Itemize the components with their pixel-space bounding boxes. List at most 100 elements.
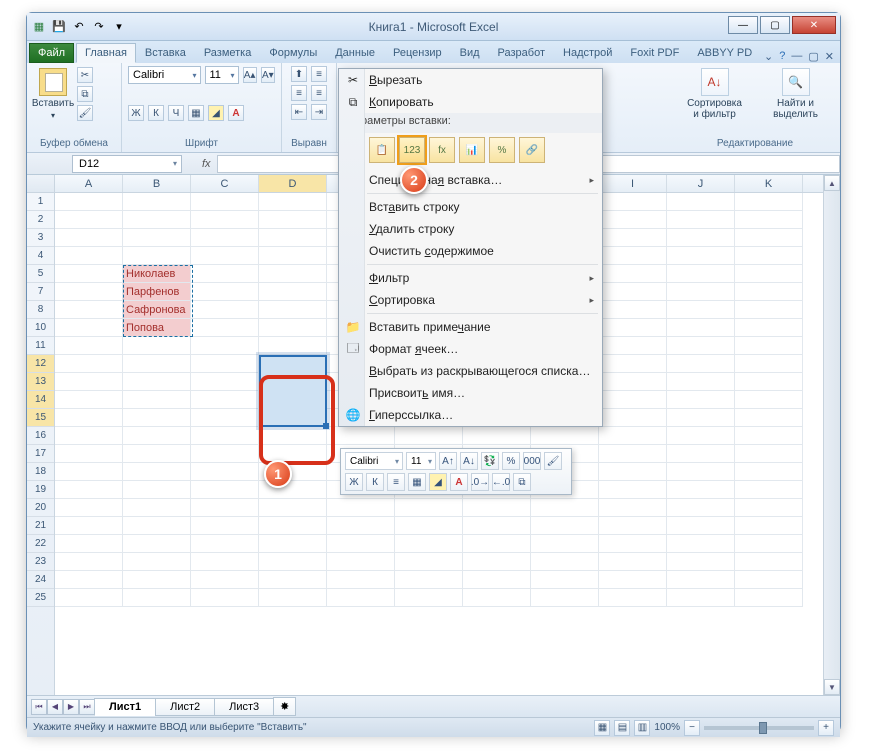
ctx-cut[interactable]: ✂Вырезать bbox=[339, 69, 602, 91]
paste-opt-format[interactable]: 📊 bbox=[459, 137, 485, 163]
mini-accounting-icon[interactable]: 💱 bbox=[481, 452, 499, 470]
align-top-icon[interactable]: ⬆ bbox=[291, 66, 307, 82]
indent-dec-icon[interactable]: ⇤ bbox=[291, 104, 307, 120]
borders-icon[interactable]: ▦ bbox=[188, 105, 204, 121]
format-painter-icon[interactable]: 🖌 bbox=[77, 105, 93, 121]
zoom-slider[interactable] bbox=[704, 726, 814, 730]
mini-painter-icon[interactable]: 🖌 bbox=[544, 452, 562, 470]
indent-inc-icon[interactable]: ⇥ bbox=[311, 104, 327, 120]
close-button[interactable]: ✕ bbox=[792, 16, 836, 34]
name-box[interactable]: D12 bbox=[72, 155, 182, 173]
row-11[interactable]: 11 bbox=[27, 337, 54, 355]
row-4[interactable]: 4 bbox=[27, 247, 54, 265]
align-left-icon[interactable]: ≡ bbox=[291, 85, 307, 101]
italic-button[interactable]: К bbox=[148, 105, 164, 121]
mini-bold[interactable]: Ж bbox=[345, 473, 363, 491]
zoom-in-icon[interactable]: + bbox=[818, 720, 834, 736]
shrink-font-icon[interactable]: A▾ bbox=[261, 67, 275, 83]
row-1[interactable]: 1 bbox=[27, 193, 54, 211]
tab-view[interactable]: Вид bbox=[451, 43, 489, 63]
tab-layout[interactable]: Разметка bbox=[195, 43, 261, 63]
tab-developer[interactable]: Разработ bbox=[489, 43, 554, 63]
tab-file[interactable]: Файл bbox=[29, 43, 74, 63]
paste-opt-values[interactable]: 123 bbox=[399, 137, 425, 163]
tab-home[interactable]: Главная bbox=[76, 43, 136, 63]
row-8[interactable]: 8 bbox=[27, 301, 54, 319]
ctx-copy[interactable]: ⧉Копировать bbox=[339, 91, 602, 113]
row-15[interactable]: 15 bbox=[27, 409, 54, 427]
select-all-corner[interactable] bbox=[27, 175, 55, 192]
col-I[interactable]: I bbox=[599, 175, 667, 192]
sheet-tab-3[interactable]: Лист3 bbox=[214, 698, 274, 716]
ctx-insert-note[interactable]: 📁Вставить примечание bbox=[339, 316, 602, 338]
sheet-next-icon[interactable]: ▶ bbox=[63, 699, 79, 715]
row-21[interactable]: 21 bbox=[27, 517, 54, 535]
save-icon[interactable]: 💾 bbox=[51, 19, 67, 35]
sheet-tab-2[interactable]: Лист2 bbox=[155, 698, 215, 716]
tab-abbyy[interactable]: ABBYY PD bbox=[688, 43, 761, 63]
ctx-define-name[interactable]: Присвоить имя… bbox=[339, 382, 602, 404]
mini-italic[interactable]: К bbox=[366, 473, 384, 491]
row-14[interactable]: 14 bbox=[27, 391, 54, 409]
col-K[interactable]: K bbox=[735, 175, 803, 192]
tab-foxit[interactable]: Foxit PDF bbox=[621, 43, 688, 63]
tab-addins[interactable]: Надстрой bbox=[554, 43, 621, 63]
scroll-up-icon[interactable]: ▲ bbox=[824, 175, 840, 191]
mini-fontcolor-icon[interactable]: A bbox=[450, 473, 468, 491]
sheet-prev-icon[interactable]: ◀ bbox=[47, 699, 63, 715]
col-B[interactable]: B bbox=[123, 175, 191, 192]
ctx-sort[interactable]: Сортировка bbox=[339, 289, 602, 311]
ctx-pick-list[interactable]: Выбрать из раскрывающегося списка… bbox=[339, 360, 602, 382]
row-5[interactable]: 5 bbox=[27, 265, 54, 283]
ctx-insert-row[interactable]: Вставить строку bbox=[339, 196, 602, 218]
doc-close-icon[interactable]: ✕ bbox=[825, 50, 834, 63]
view-break-icon[interactable]: ▥ bbox=[634, 720, 650, 736]
copy-icon[interactable]: ⧉ bbox=[77, 86, 93, 102]
vertical-scrollbar[interactable]: ▲ ▼ bbox=[823, 175, 840, 695]
ribbon-minimize-icon[interactable]: ⌄ bbox=[764, 50, 773, 63]
bold-button[interactable]: Ж bbox=[128, 105, 144, 121]
tab-data[interactable]: Данные bbox=[326, 43, 384, 63]
new-sheet-button[interactable]: ✸ bbox=[273, 697, 296, 716]
tab-formulas[interactable]: Формулы bbox=[260, 43, 326, 63]
minimize-button[interactable]: — bbox=[728, 16, 758, 34]
mini-dec-decimal-icon[interactable]: ←.0 bbox=[492, 473, 510, 491]
fx-icon[interactable]: fx bbox=[202, 158, 211, 170]
fill-color-icon[interactable]: ◢ bbox=[208, 105, 224, 121]
row-20[interactable]: 20 bbox=[27, 499, 54, 517]
grow-font-icon[interactable]: A▴ bbox=[243, 67, 257, 83]
scroll-down-icon[interactable]: ▼ bbox=[824, 679, 840, 695]
tab-insert[interactable]: Вставка bbox=[136, 43, 195, 63]
row-2[interactable]: 2 bbox=[27, 211, 54, 229]
find-select-button[interactable]: 🔍 Найти и выделить bbox=[776, 66, 816, 122]
cut-icon[interactable]: ✂ bbox=[77, 67, 93, 83]
col-J[interactable]: J bbox=[667, 175, 735, 192]
ctx-paste-special[interactable]: Специальная вставка… bbox=[339, 169, 602, 191]
mini-align-icon[interactable]: ≡ bbox=[387, 473, 405, 491]
doc-min-icon[interactable]: — bbox=[791, 50, 802, 63]
row-3[interactable]: 3 bbox=[27, 229, 54, 247]
font-name-select[interactable]: Calibri bbox=[128, 66, 201, 84]
font-color-icon[interactable]: A bbox=[228, 105, 244, 121]
sheet-tab-1[interactable]: Лист1 bbox=[94, 698, 156, 716]
ctx-filter[interactable]: Фильтр bbox=[339, 267, 602, 289]
row-19[interactable]: 19 bbox=[27, 481, 54, 499]
mini-grow-font-icon[interactable]: A↑ bbox=[439, 452, 457, 470]
row-13[interactable]: 13 bbox=[27, 373, 54, 391]
paste-opt-percent[interactable]: % bbox=[489, 137, 515, 163]
row-22[interactable]: 22 bbox=[27, 535, 54, 553]
col-D[interactable]: D bbox=[259, 175, 327, 192]
view-normal-icon[interactable]: ▦ bbox=[594, 720, 610, 736]
qat-more-icon[interactable]: ▾ bbox=[111, 19, 127, 35]
mini-comma-icon[interactable]: 000 bbox=[523, 452, 541, 470]
row-16[interactable]: 16 bbox=[27, 427, 54, 445]
mini-font-size[interactable]: 11 bbox=[406, 452, 436, 470]
redo-icon[interactable]: ↷ bbox=[91, 19, 107, 35]
tab-review[interactable]: Рецензир bbox=[384, 43, 451, 63]
underline-button[interactable]: Ч bbox=[168, 105, 184, 121]
mini-fill-icon[interactable]: ◢ bbox=[429, 473, 447, 491]
ctx-hyperlink[interactable]: 🌐Гиперссылка… bbox=[339, 404, 602, 426]
view-layout-icon[interactable]: ▤ bbox=[614, 720, 630, 736]
mini-inc-decimal-icon[interactable]: .0→ bbox=[471, 473, 489, 491]
align-center-icon[interactable]: ≡ bbox=[311, 85, 327, 101]
